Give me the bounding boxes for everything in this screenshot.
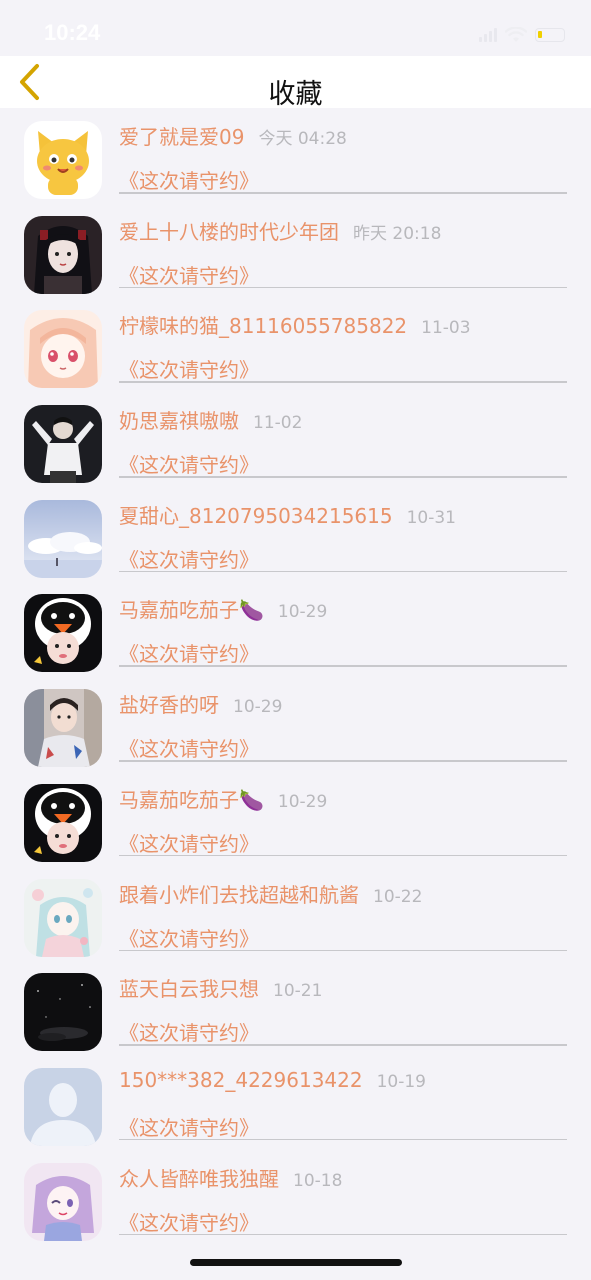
favorites-list: 爱了就是爱09 今天 04:28 《这次请守约》 爱上十八楼的时代少年团 昨天 20…: [0, 108, 591, 1244]
item-name: 跟着小炸们去找超越和航酱 10-22: [119, 882, 423, 907]
item-message: 《这次请守约》: [119, 358, 259, 383]
list-item[interactable]: 蓝天白云我只想 10-21 《这次请守约》: [0, 960, 591, 1055]
item-message: 《这次请守约》: [119, 1210, 259, 1235]
divider: [119, 192, 567, 194]
divider: [119, 381, 567, 383]
divider: [119, 1044, 567, 1046]
dark-hair-girl-avatar[interactable]: [24, 215, 102, 294]
item-time: 10-29: [277, 791, 328, 812]
divider: [119, 854, 567, 857]
list-item[interactable]: 爱上十八楼的时代少年团 昨天 20:18 《这次请守约》: [0, 203, 591, 298]
nav-bar: 收藏: [0, 56, 591, 110]
list-item[interactable]: 柠檬味的猫_81116055785822 11-03 《这次请守约》: [0, 297, 591, 392]
sky-clouds-avatar[interactable]: [24, 499, 102, 578]
status-icons: [479, 26, 565, 44]
item-time: 今天 04:28: [258, 129, 347, 149]
item-time: 10-18: [293, 1170, 343, 1191]
item-message: 《这次请守约》: [119, 1021, 259, 1046]
item-name: 盐好香的呀 10-29: [119, 693, 283, 718]
dancer-avatar[interactable]: [24, 405, 102, 484]
item-time: 10-31: [406, 507, 456, 528]
item-name: 众人皆醉唯我独醒 10-18: [119, 1166, 343, 1191]
page-title: 收藏: [268, 79, 323, 110]
item-time: 10-29: [233, 697, 283, 718]
item-time: 11-02: [253, 413, 303, 434]
list-item[interactable]: 跟着小炸们去找超越和航酱 10-22 《这次请守约》: [0, 866, 591, 961]
item-name: 马嘉茄吃茄子🍆 10-29: [119, 598, 328, 623]
item-time: 10-22: [373, 886, 423, 907]
item-time: 昨天 20:18: [353, 223, 442, 244]
item-message: 《这次请守约》: [119, 547, 259, 572]
item-message: 《这次请守约》: [119, 926, 259, 951]
default-person-avatar[interactable]: [24, 1067, 102, 1146]
item-time: 10-21: [273, 981, 323, 1002]
list-item[interactable]: 马嘉茄吃茄子🍆 10-29 《这次请守约》: [0, 581, 591, 676]
list-item[interactable]: 150***382_4229613422 10-19 《这次请守约》: [0, 1055, 591, 1150]
night-sky-avatar[interactable]: [24, 973, 102, 1052]
item-time: 11-03: [421, 318, 471, 339]
item-name: 爱上十八楼的时代少年团 昨天 20:18: [119, 219, 442, 244]
divider: [119, 1233, 567, 1236]
list-item[interactable]: 奶思嘉祺嗷嗷 11-02 《这次请守约》: [0, 392, 591, 487]
list-item[interactable]: 夏甜心_8120795034215615 10-31 《这次请守约》: [0, 487, 591, 582]
item-name: 150***382_4229613422 10-19: [119, 1067, 426, 1092]
item-message: 《这次请守约》: [119, 263, 259, 288]
item-message: 《这次请守约》: [119, 1115, 259, 1140]
item-name: 夏甜心_8120795034215615 10-31: [119, 503, 456, 528]
divider: [119, 286, 567, 289]
list-item[interactable]: 爱了就是爱09 今天 04:28 《这次请守约》: [0, 108, 591, 203]
item-message: 《这次请守约》: [119, 737, 259, 762]
item-message: 《这次请守约》: [119, 642, 259, 667]
divider: [119, 476, 567, 478]
status-bar: 10:24: [0, 0, 591, 56]
penguin-hat-avatar[interactable]: [24, 783, 102, 862]
signal-icon: [479, 28, 497, 42]
item-name: 马嘉茄吃茄子🍆 10-29: [119, 787, 328, 812]
anime-pink-girl-avatar[interactable]: [24, 310, 102, 389]
item-message: 《这次请守约》: [119, 169, 259, 193]
divider: [119, 570, 567, 573]
status-time: 10:24: [44, 20, 101, 45]
boy-photo-avatar[interactable]: [24, 689, 102, 768]
home-indicator[interactable]: [190, 1259, 402, 1266]
divider: [119, 1138, 567, 1141]
divider: [119, 760, 567, 762]
item-message: 《这次请守约》: [119, 453, 259, 478]
item-name: 柠檬味的猫_81116055785822 11-03: [119, 314, 471, 339]
item-time: 10-19: [376, 1071, 426, 1092]
list-item[interactable]: 马嘉茄吃茄子🍆 10-29 《这次请守约》: [0, 771, 591, 866]
divider: [119, 949, 567, 951]
item-name: 爱了就是爱09 今天 04:28: [119, 125, 347, 149]
item-message: 《这次请守约》: [119, 831, 259, 856]
yellow-cat-avatar[interactable]: [24, 121, 102, 199]
wifi-icon: [505, 27, 527, 42]
list-item[interactable]: 盐好香的呀 10-29 《这次请守约》: [0, 676, 591, 771]
list-item[interactable]: 众人皆醉唯我独醒 10-18 《这次请守约》: [0, 1150, 591, 1245]
pastel-anime-avatar[interactable]: [24, 878, 102, 957]
battery-icon: [535, 28, 565, 42]
item-name: 蓝天白云我只想 10-21: [119, 977, 323, 1002]
item-time: 10-29: [277, 602, 328, 623]
penguin-hat-avatar[interactable]: [24, 594, 102, 673]
item-name: 奶思嘉祺嗷嗷 11-02: [119, 409, 303, 434]
divider: [119, 665, 567, 667]
purple-anime-avatar[interactable]: [24, 1162, 102, 1241]
